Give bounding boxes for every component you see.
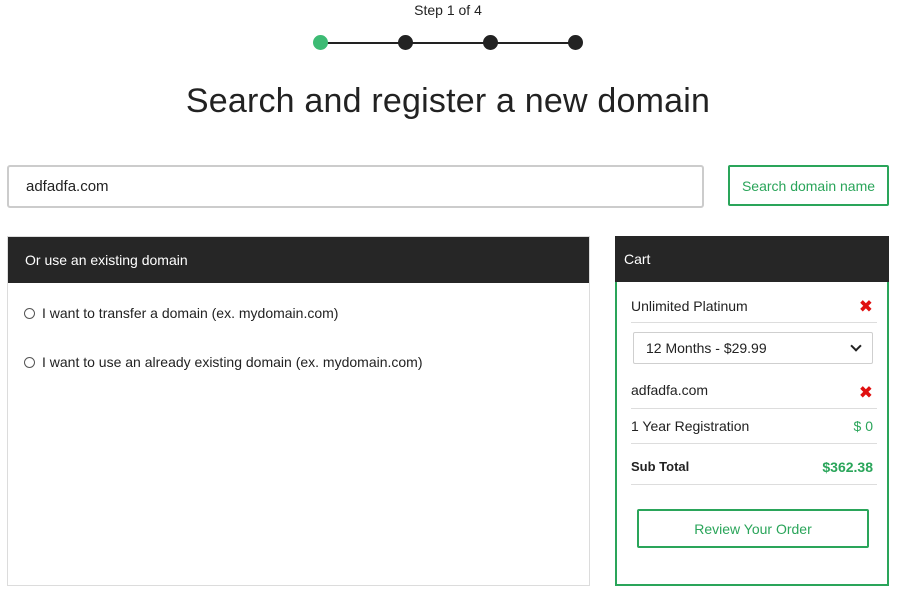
subtotal-value: $362.38	[822, 459, 873, 475]
cart-plan-row: Unlimited Platinum ✖	[631, 298, 877, 315]
transfer-domain-option[interactable]: I want to transfer a domain (ex. mydomai…	[24, 305, 338, 321]
remove-domain-x-icon[interactable]: ✖	[859, 384, 873, 401]
transfer-domain-radio[interactable]	[24, 307, 35, 319]
plan-name: Unlimited Platinum	[631, 298, 748, 314]
cart-header: Cart	[615, 236, 889, 282]
existing-domain-label: I want to use an already existing domain…	[42, 354, 423, 370]
cart-domain-name: adfadfa.com	[631, 382, 709, 398]
step-dot-3	[483, 35, 498, 50]
existing-domain-option[interactable]: I want to use an already existing domain…	[24, 354, 423, 370]
existing-domain-header: Or use an existing domain	[8, 237, 589, 283]
billing-term-select[interactable]: 12 Months - $29.99	[633, 332, 873, 364]
cart-divider	[631, 484, 877, 485]
page-title: Search and register a new domain	[185, 82, 711, 120]
registration-price: $ 0	[853, 418, 873, 434]
step-dot-4	[568, 35, 583, 50]
search-domain-button[interactable]: Search domain name	[728, 165, 889, 206]
transfer-domain-label: I want to transfer a domain (ex. mydomai…	[42, 305, 339, 321]
review-order-button[interactable]: Review Your Order	[637, 509, 869, 548]
existing-domain-radio[interactable]	[24, 356, 35, 368]
step-dot-2	[398, 35, 413, 50]
cart-registration-row: 1 Year Registration $ 0	[631, 418, 877, 434]
existing-domain-panel: Or use an existing domain I want to tran…	[7, 236, 590, 586]
cart-divider	[631, 322, 877, 323]
cart-domain-row: adfadfa.com ✖	[631, 382, 877, 401]
chevron-down-icon	[850, 340, 862, 352]
cart-panel: Unlimited Platinum ✖ 12 Months - $29.99 …	[615, 282, 889, 586]
subtotal-label: Sub Total	[631, 459, 690, 474]
step-connector-line	[321, 42, 575, 44]
step-dot-1	[313, 35, 328, 50]
cart-divider	[631, 443, 877, 444]
cart-subtotal-row: Sub Total $362.38	[631, 459, 877, 475]
step-indicator-label: Step 1 of 4	[414, 2, 482, 18]
domain-search-input[interactable]	[7, 165, 704, 208]
billing-term-value: 12 Months - $29.99	[646, 340, 767, 356]
registration-label: 1 Year Registration	[631, 418, 750, 434]
cart-divider	[631, 408, 877, 409]
step-progress-tracker	[313, 35, 583, 51]
remove-plan-x-icon[interactable]: ✖	[859, 298, 873, 315]
